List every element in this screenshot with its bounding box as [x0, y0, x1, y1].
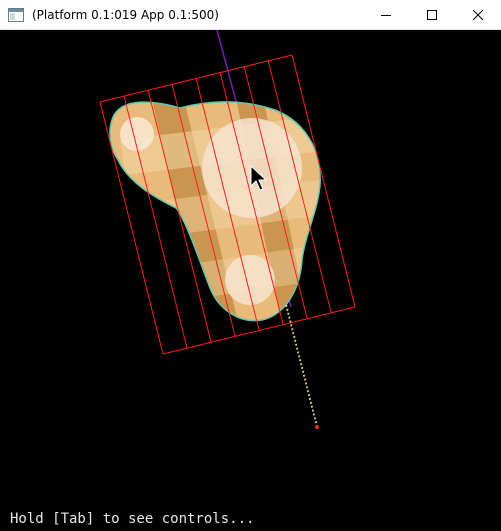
scene-canvas [99, 30, 356, 429]
ray-line [285, 304, 319, 429]
app-window-icon [8, 7, 24, 22]
maximize-icon [427, 10, 437, 20]
close-icon [473, 10, 483, 20]
ray-endpoint [315, 425, 319, 429]
controls-hint: Hold [Tab] to see controls... [10, 511, 255, 527]
window-title: (Platform 0.1:019 App 0.1:500) [32, 8, 219, 22]
title-bar[interactable]: (Platform 0.1:019 App 0.1:500) [0, 0, 501, 30]
maximize-button[interactable] [409, 0, 455, 30]
highlight-circle-small [120, 117, 154, 151]
render-viewport[interactable] [0, 30, 501, 531]
minimize-button[interactable] [363, 0, 409, 30]
minimize-icon [381, 10, 391, 20]
close-button[interactable] [455, 0, 501, 30]
blob-shape[interactable] [109, 72, 330, 338]
